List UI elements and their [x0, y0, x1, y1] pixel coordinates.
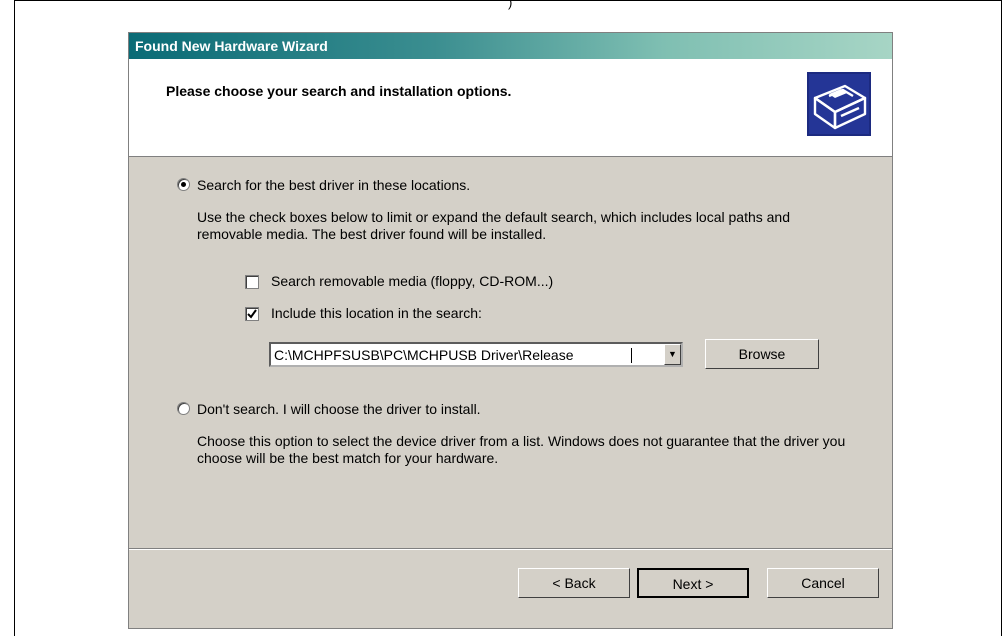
cancel-button[interactable]: Cancel — [767, 568, 879, 598]
include-location-checkbox[interactable] — [245, 307, 259, 321]
title-bar[interactable]: Found New Hardware Wizard — [129, 33, 892, 59]
removable-media-label[interactable]: Search removable media (floppy, CD-ROM..… — [271, 273, 553, 289]
header-title: Please choose your search and installati… — [166, 83, 512, 99]
next-button[interactable]: Next > — [637, 568, 749, 598]
browse-button[interactable]: Browse — [705, 339, 819, 369]
dont-search-option-radio[interactable] — [177, 402, 190, 415]
search-option-label[interactable]: Search for the best driver in these loca… — [197, 177, 470, 193]
button-separator — [129, 548, 892, 550]
hardware-device-icon — [807, 72, 871, 136]
dont-search-option-label[interactable]: Don't search. I will choose the driver t… — [197, 401, 481, 417]
wizard-header: Please choose your search and installati… — [129, 59, 892, 157]
checkmark-icon — [247, 309, 257, 319]
top-mark: ) — [508, 0, 513, 10]
back-button[interactable]: < Back — [518, 568, 630, 598]
found-new-hardware-wizard: Found New Hardware Wizard Please choose … — [128, 32, 893, 629]
text-caret — [631, 348, 632, 363]
search-option-radio[interactable] — [177, 178, 190, 191]
removable-media-checkbox[interactable] — [245, 275, 259, 289]
location-combobox[interactable]: C:\MCHPFSUSB\PC\MCHPUSB Driver\Release ▼ — [269, 342, 683, 367]
include-location-label[interactable]: Include this location in the search: — [271, 305, 482, 321]
search-option-description: Use the check boxes below to limit or ex… — [197, 209, 791, 242]
window-title: Found New Hardware Wizard — [135, 38, 328, 54]
dont-search-option-description: Choose this option to select the device … — [197, 433, 846, 466]
location-value[interactable]: C:\MCHPFSUSB\PC\MCHPUSB Driver\Release — [274, 347, 574, 363]
chevron-down-icon[interactable]: ▼ — [664, 344, 681, 365]
